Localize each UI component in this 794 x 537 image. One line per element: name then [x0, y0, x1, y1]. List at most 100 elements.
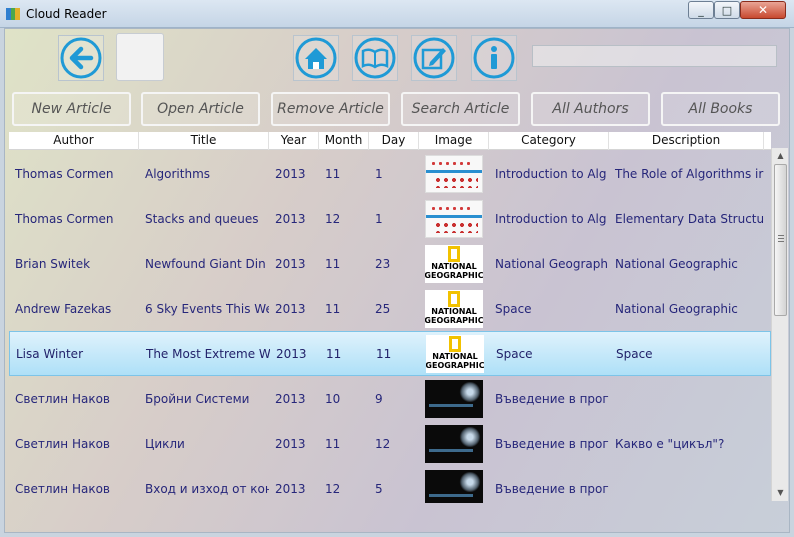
cell-image	[419, 469, 489, 503]
all-books-button[interactable]: All Books	[661, 92, 780, 126]
cell-category: Въведение в прогр	[495, 481, 609, 496]
cell-year: 2013	[276, 346, 307, 361]
cell-day: 5	[375, 481, 383, 496]
home-button[interactable]	[293, 35, 339, 81]
national-geographic-logo-thumbnail: NATIONAL GEOGRAPHIC	[425, 289, 483, 328]
minimize-icon: _	[698, 3, 704, 17]
cell-image	[419, 199, 489, 238]
cell-title: Цикли	[145, 436, 185, 451]
cell-image: NATIONAL GEOGRAPHIC	[420, 334, 490, 373]
column-header-day[interactable]: Day	[369, 132, 419, 150]
cell-month: 12	[325, 211, 341, 226]
home-icon	[295, 37, 337, 79]
cell-title: Бройни Системи	[145, 391, 250, 406]
table-header: Author Title Year Month Day Image Catego…	[9, 132, 771, 150]
table-row[interactable]: Lisa Winter The Most Extreme W 2013 11 11 NAT…	[9, 331, 771, 376]
column-header-title[interactable]: Title	[139, 132, 269, 150]
scroll-down-arrow-icon[interactable]: ▼	[772, 485, 789, 501]
cell-image: NATIONAL GEOGRAPHIC	[419, 289, 489, 328]
new-article-button[interactable]: New Article	[12, 92, 131, 126]
table-row[interactable]: Thomas Cormen Algorithms 2013 11 1 Introducti…	[9, 151, 771, 196]
app-icon	[6, 8, 20, 20]
cell-image: NATIONAL GEOGRAPHIC	[419, 244, 489, 283]
national-geographic-logo-thumbnail: NATIONAL GEOGRAPHIC	[426, 334, 484, 373]
cell-day: 25	[375, 301, 391, 316]
cell-author: Thomas Cormen	[15, 211, 114, 226]
cell-month: 11	[325, 166, 341, 181]
cell-description: Какво е "цикъл"?	[615, 436, 725, 451]
table-row[interactable]: Brian Switek Newfound Giant Din 2013 11 23 NA…	[9, 241, 771, 286]
table-row[interactable]: Светлин Наков Вход и изход от кон 2013 12 5 В…	[9, 466, 771, 503]
cell-author: Brian Switek	[15, 256, 91, 271]
column-header-description[interactable]: Description	[609, 132, 764, 150]
cell-title: Algorithms	[145, 166, 211, 181]
scroll-thumb[interactable]	[774, 164, 787, 316]
cell-month: 10	[325, 391, 341, 406]
cell-author: Lisa Winter	[16, 346, 84, 361]
cell-category: Space	[496, 346, 533, 361]
cell-description: National Geographic	[615, 256, 738, 271]
cell-author: Thomas Cormen	[15, 166, 114, 181]
scroll-up-arrow-icon[interactable]: ▲	[772, 148, 789, 164]
table-row[interactable]: Thomas Cormen Stacks and queues 2013 12 1 Int…	[9, 196, 771, 241]
search-article-button[interactable]: Search Article	[401, 92, 520, 126]
edit-button[interactable]	[411, 35, 457, 81]
search-input[interactable]	[532, 45, 777, 67]
back-button[interactable]	[58, 35, 104, 81]
book-button[interactable]	[352, 35, 398, 81]
cell-image	[419, 424, 489, 463]
cell-month: 11	[325, 301, 341, 316]
cell-year: 2013	[275, 211, 306, 226]
algorithms-cover-thumbnail	[425, 199, 483, 238]
window-title: Cloud Reader	[26, 7, 107, 21]
minimize-button[interactable]: _	[688, 1, 714, 19]
cell-category: Въведение в прогр	[495, 436, 609, 451]
info-icon	[473, 37, 515, 79]
cell-title: The Most Extreme W	[146, 346, 270, 361]
cell-year: 2013	[275, 481, 306, 496]
cell-author: Andrew Fazekas	[15, 301, 112, 316]
close-button[interactable]: ✕	[740, 1, 786, 19]
cell-category: Space	[495, 301, 532, 316]
cell-day: 23	[375, 256, 391, 271]
vertical-scrollbar[interactable]: ▲ ▼	[771, 148, 788, 501]
main-content: New Article Open Article Remove Article …	[4, 28, 790, 533]
national-geographic-logo-thumbnail: NATIONAL GEOGRAPHIC	[425, 244, 483, 283]
column-header-month[interactable]: Month	[319, 132, 369, 150]
back-arrow-icon	[60, 37, 102, 79]
programming-cover-thumbnail	[425, 379, 483, 418]
maximize-button[interactable]: □	[714, 1, 740, 19]
cell-title: Newfound Giant Din	[145, 256, 266, 271]
cell-month: 11	[326, 346, 342, 361]
table-row[interactable]: Светлин Наков Цикли 2013 11 12 Въведение в пр…	[9, 421, 771, 466]
column-header-author[interactable]: Author	[9, 132, 139, 150]
column-header-category[interactable]: Category	[489, 132, 609, 150]
cell-year: 2013	[275, 256, 306, 271]
cell-category: Introduction to Alg	[495, 166, 607, 181]
table-row[interactable]: Светлин Наков Бройни Системи 2013 10 9 Въведе…	[9, 376, 771, 421]
cell-author: Светлин Наков	[15, 391, 110, 406]
cell-year: 2013	[275, 391, 306, 406]
cell-title: 6 Sky Events This We	[145, 301, 269, 316]
blank-button[interactable]	[116, 33, 164, 81]
cell-description: Elementary Data Structur	[615, 211, 764, 226]
cell-author: Светлин Наков	[15, 481, 110, 496]
open-article-button[interactable]: Open Article	[141, 92, 260, 126]
algorithms-cover-thumbnail	[425, 154, 483, 193]
cell-category: Въведение в прогр	[495, 391, 609, 406]
cell-title: Вход и изход от кон	[145, 481, 269, 496]
info-button[interactable]	[471, 35, 517, 81]
remove-article-button[interactable]: Remove Article	[271, 92, 390, 126]
cell-category: National Geograph	[495, 256, 608, 271]
maximize-icon: □	[721, 3, 733, 17]
table-row[interactable]: Andrew Fazekas 6 Sky Events This We 2013 11…	[9, 286, 771, 331]
programming-cover-thumbnail	[425, 469, 483, 503]
cell-category: Introduction to Alg	[495, 211, 607, 226]
column-header-year[interactable]: Year	[269, 132, 319, 150]
cell-month: 11	[325, 436, 341, 451]
column-header-image[interactable]: Image	[419, 132, 489, 150]
cell-month: 12	[325, 481, 341, 496]
title-bar: Cloud Reader _ □ ✕	[0, 0, 794, 28]
cell-author: Светлин Наков	[15, 436, 110, 451]
all-authors-button[interactable]: All Authors	[531, 92, 650, 126]
